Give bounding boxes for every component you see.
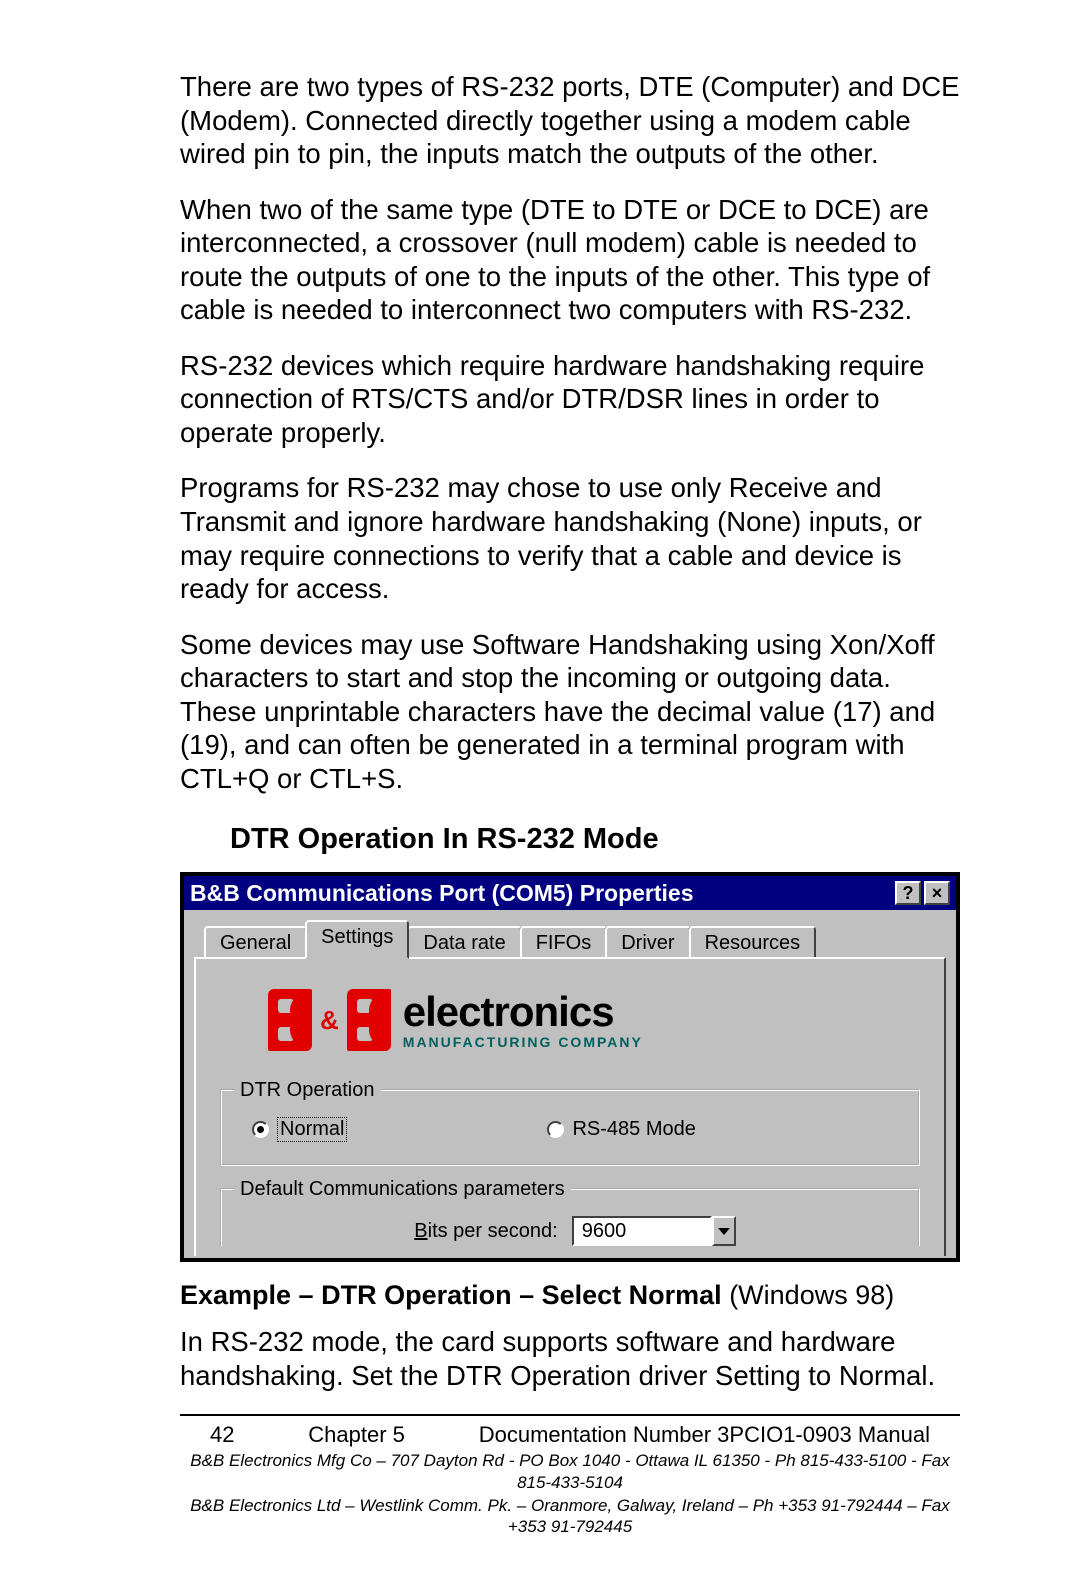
- figure-caption: Example – DTR Operation – Select Normal …: [180, 1280, 960, 1311]
- paragraph: In RS-232 mode, the card supports softwa…: [180, 1325, 960, 1392]
- footer-rule: [180, 1414, 960, 1416]
- tab-general[interactable]: General: [204, 926, 307, 961]
- page-number: 42: [210, 1422, 234, 1448]
- logo-text: electronics MANUFACTURING COMPANY: [403, 991, 643, 1049]
- paragraph: Programs for RS-232 may chose to use onl…: [180, 471, 960, 605]
- tab-driver[interactable]: Driver: [605, 926, 690, 961]
- logo-ampersand: &: [320, 1005, 339, 1036]
- logo-b-icon: [347, 989, 391, 1051]
- dropdown-arrow-icon[interactable]: [712, 1216, 736, 1246]
- caption-rest: (Windows 98): [729, 1280, 894, 1310]
- bps-combobox[interactable]: 9600: [572, 1216, 736, 1246]
- bps-value: 9600: [572, 1216, 712, 1246]
- radio-label: RS-485 Mode: [572, 1118, 695, 1141]
- close-button[interactable]: ×: [924, 881, 950, 905]
- doc-number: Documentation Number 3PCIO1-0903 Manual: [479, 1422, 930, 1448]
- radio-normal[interactable]: Normal: [252, 1117, 347, 1142]
- radio-label: Normal: [277, 1117, 347, 1142]
- logo-sub-text: MANUFACTURING COMPANY: [403, 1035, 643, 1049]
- body-text: There are two types of RS-232 ports, DTE…: [180, 70, 960, 1414]
- help-button[interactable]: ?: [895, 881, 921, 905]
- footer-line-1: 42 Chapter 5 Documentation Number 3PCIO1…: [210, 1422, 930, 1448]
- groupbox-title: DTR Operation: [234, 1079, 381, 1102]
- properties-dialog: B&B Communications Port (COM5) Propertie…: [184, 876, 956, 1258]
- section-heading: DTR Operation In RS-232 Mode: [230, 823, 960, 856]
- bb-logo-mark: &: [268, 989, 391, 1051]
- dtr-operation-group: DTR Operation Normal RS-485 Mode: [220, 1089, 920, 1166]
- radio-icon: [547, 1121, 564, 1138]
- tab-settings[interactable]: Settings: [305, 920, 409, 959]
- paragraph: Some devices may use Software Handshakin…: [180, 628, 960, 796]
- default-comm-params-group: Default Communications parameters Bits p…: [220, 1188, 920, 1246]
- groupbox-title: Default Communications parameters: [234, 1178, 571, 1201]
- bb-logo: & electronics MANUFACTURING COMPANY: [268, 989, 920, 1051]
- footer-address-2: B&B Electronics Ltd – Westlink Comm. Pk.…: [180, 1495, 960, 1538]
- chapter-label: Chapter 5: [308, 1422, 405, 1448]
- footer-address-1: B&B Electronics Mfg Co – 707 Dayton Rd -…: [180, 1450, 960, 1493]
- caption-bold: Example – DTR Operation – Select Normal: [180, 1280, 729, 1310]
- logo-main-text: electronics: [403, 991, 643, 1033]
- page-footer: 42 Chapter 5 Documentation Number 3PCIO1…: [180, 1414, 960, 1537]
- document-page: There are two types of RS-232 ports, DTE…: [0, 0, 1080, 1577]
- window-title: B&B Communications Port (COM5) Propertie…: [190, 880, 892, 907]
- paragraph: There are two types of RS-232 ports, DTE…: [180, 70, 960, 171]
- logo-b-icon: [268, 989, 312, 1051]
- tab-resources[interactable]: Resources: [689, 926, 817, 961]
- paragraph: RS-232 devices which require hardware ha…: [180, 349, 960, 450]
- bps-label: Bits per second:: [414, 1220, 557, 1243]
- paragraph: When two of the same type (DTE to DTE or…: [180, 193, 960, 327]
- titlebar: B&B Communications Port (COM5) Propertie…: [184, 876, 956, 910]
- settings-panel: & electronics MANUFACTURING COMPANY DTR …: [194, 957, 946, 1256]
- bits-per-second-row: Bits per second: 9600: [252, 1216, 898, 1246]
- tab-strip: General Settings Data rate FIFOs Driver …: [184, 910, 956, 959]
- tab-data-rate[interactable]: Data rate: [407, 926, 521, 961]
- radio-rs485[interactable]: RS-485 Mode: [547, 1118, 695, 1141]
- radio-row: Normal RS-485 Mode: [252, 1117, 898, 1142]
- radio-icon: [252, 1121, 269, 1138]
- dialog-screenshot: B&B Communications Port (COM5) Propertie…: [180, 872, 960, 1262]
- tab-fifos[interactable]: FIFOs: [520, 926, 608, 961]
